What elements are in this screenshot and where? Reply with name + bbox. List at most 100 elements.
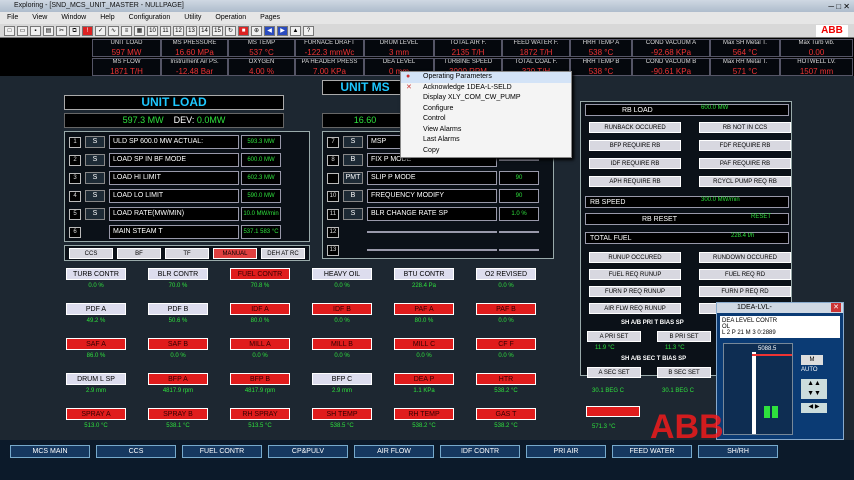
kpi-cell[interactable]: Max SH Metal T. 564 °C xyxy=(710,39,780,57)
kpi-cell[interactable]: UNIT LOAD 597 MW xyxy=(92,39,161,57)
runback-button[interactable]: FDF REQUIRE RB xyxy=(699,140,791,151)
runback-button[interactable]: BFP REQUIRE RB xyxy=(589,140,681,151)
runup-button[interactable]: FUEL REQ RUNUP xyxy=(589,269,681,280)
kpi-cell[interactable]: COND VACUUM B -90.61 KPa xyxy=(632,58,710,76)
runup-button[interactable]: FURN P REQ RUNUP xyxy=(589,286,681,297)
runup-button[interactable]: FUEL REQ RD xyxy=(699,269,791,280)
equipment-tile[interactable]: PAF A 80.0 % xyxy=(388,301,460,331)
equipment-tile[interactable]: SH TEMP 538.5 °C xyxy=(306,406,378,436)
context-menu-item[interactable]: Display XLY_COM_CW_PUMP xyxy=(401,93,571,104)
runback-button[interactable]: RCYCL PUMP REQ RB xyxy=(699,176,791,187)
equipment-tile[interactable]: DRUM L SP 2.9 mm xyxy=(60,371,132,401)
zoom-icon[interactable]: ⊕ xyxy=(251,25,262,36)
page-btn-13[interactable]: 13 xyxy=(186,25,197,36)
setpoint-button[interactable]: S xyxy=(85,154,105,166)
mode-button[interactable]: MANUAL xyxy=(213,248,257,259)
equipment-tile[interactable]: RH TEMP 538.2 °C xyxy=(388,406,460,436)
kpi-cell[interactable]: HOTWELL LV. 1507 mm xyxy=(780,58,853,76)
open-icon[interactable]: ▭ xyxy=(17,25,28,36)
setpoint-button[interactable]: S xyxy=(85,208,105,220)
kpi-cell[interactable]: Instrument Air PS. -12.48 Bar xyxy=(161,58,228,76)
equipment-tile[interactable]: MILL A 0.0 % xyxy=(224,336,296,366)
kpi-cell[interactable]: DRUM LEVEL 3 mm xyxy=(364,39,434,57)
runup-button[interactable]: RUNDOWN OCCURED xyxy=(699,252,791,263)
equipment-tile[interactable]: SAF A 86.0 % xyxy=(60,336,132,366)
equipment-tile[interactable]: BFP C 2.9 mm xyxy=(306,371,378,401)
b-sec-set-button[interactable]: B SEC SET xyxy=(657,367,711,378)
equipment-tile[interactable]: MILL C 0.0 % xyxy=(388,336,460,366)
equipment-tile[interactable]: SPRAY B 538.1 °C xyxy=(142,406,214,436)
equipment-tile[interactable]: MILL B 0.0 % xyxy=(306,336,378,366)
runback-button[interactable]: RUNBACK OCCURED xyxy=(589,122,681,133)
print-icon[interactable]: ▤ xyxy=(43,25,54,36)
forward-arrow-icon[interactable]: ▶ xyxy=(277,25,288,36)
setpoint-button[interactable]: S xyxy=(85,190,105,202)
context-menu-item[interactable]: View Alarms xyxy=(401,125,571,136)
setpoint-button[interactable]: PMT xyxy=(343,172,363,184)
kpi-cell[interactable]: HRH TEMP B 538 °C xyxy=(570,58,632,76)
trend-icon[interactable]: ∿ xyxy=(108,25,119,36)
nav-button[interactable]: FUEL CONTR xyxy=(182,445,262,458)
page-btn-10[interactable]: 10 xyxy=(147,25,158,36)
nav-button[interactable]: PRI AIR xyxy=(526,445,606,458)
mode-button[interactable]: BF xyxy=(117,248,161,259)
kpi-cell[interactable]: OXYGEN 4.00 % xyxy=(228,58,295,76)
context-menu-item[interactable]: ✕ Acknowledge 1DEA-L-SELD xyxy=(401,83,571,94)
equipment-tile[interactable]: SAF B 0.0 % xyxy=(142,336,214,366)
kpi-cell[interactable]: COND VACUUM A -92.68 KPa xyxy=(632,39,710,57)
context-menu-item[interactable]: Configure xyxy=(401,104,571,115)
cut-icon[interactable]: ✂ xyxy=(56,25,67,36)
equipment-tile[interactable]: IDF A 80.0 % xyxy=(224,301,296,331)
faceplate-titlebar[interactable]: 1DEA-LVL- ✕ xyxy=(717,303,843,313)
nav-button[interactable]: IDF CONTR xyxy=(440,445,520,458)
increase-decrease-icon[interactable]: ▲▲ ▼▼ xyxy=(801,379,827,399)
equipment-tile[interactable]: SPRAY A 513.0 °C xyxy=(60,406,132,436)
equipment-tile[interactable]: CF F 0.0 % xyxy=(470,336,542,366)
equipment-tile[interactable]: TURB CONTR 0.0 % xyxy=(60,266,132,296)
runup-button[interactable]: RUNUP OCCURED xyxy=(589,252,681,263)
context-menu-item[interactable]: Last Alarms xyxy=(401,135,571,146)
manual-button[interactable]: M xyxy=(801,355,823,365)
kpi-cell[interactable]: FURNACE DRAFT -122.3 mmWc xyxy=(295,39,364,57)
page-btn-14[interactable]: 14 xyxy=(199,25,210,36)
menu-file[interactable]: File xyxy=(0,12,25,24)
equipment-tile[interactable]: BLR CONTR 70.0 % xyxy=(142,266,214,296)
equipment-tile[interactable]: PDF A 49.2 % xyxy=(60,301,132,331)
menu-window[interactable]: Window xyxy=(54,12,93,24)
equipment-tile[interactable]: BTU CONTR 228.4 Pa xyxy=(388,266,460,296)
nav-button[interactable]: SH/RH xyxy=(698,445,778,458)
page-btn-11[interactable]: 11 xyxy=(160,25,171,36)
new-icon[interactable]: □ xyxy=(4,25,15,36)
ack-icon[interactable]: ✓ xyxy=(95,25,106,36)
equipment-tile[interactable]: HEAVY OIL 0.0 % xyxy=(306,266,378,296)
mode-button[interactable]: DEH AT RC xyxy=(261,248,305,259)
equipment-tile[interactable]: DEA P 1.1 KPa xyxy=(388,371,460,401)
kpi-cell[interactable]: MS TEMP 537 °C xyxy=(228,39,295,57)
nav-button[interactable]: MCS MAIN xyxy=(10,445,90,458)
equipment-tile[interactable]: RH SPRAY 513.5 °C xyxy=(224,406,296,436)
nav-button[interactable]: CP&PULV xyxy=(268,445,348,458)
menu-configuration[interactable]: Configuration xyxy=(122,12,178,24)
equipment-tile[interactable]: FUEL CONTR 70.8 % xyxy=(224,266,296,296)
b-pri-set-button[interactable]: B PRI SET xyxy=(657,331,711,342)
mode-button[interactable]: CCS xyxy=(69,248,113,259)
runback-button[interactable]: APH REQUIRE RB xyxy=(589,176,681,187)
kpi-cell[interactable]: TOTAL AIR F. 2135 T/H xyxy=(434,39,502,57)
equipment-tile[interactable]: BFP A 4817.9 rpm xyxy=(142,371,214,401)
list-icon[interactable]: ≡ xyxy=(121,25,132,36)
a-pri-set-button[interactable]: A PRI SET xyxy=(587,331,641,342)
stop-icon[interactable]: ■ xyxy=(238,25,249,36)
nav-button[interactable]: FEED WATER xyxy=(612,445,692,458)
kpi-cell[interactable]: Max RH Metal T. 571 °C xyxy=(710,58,780,76)
context-menu-item[interactable]: ● Operating Parameters xyxy=(401,72,571,83)
sh-temp-button[interactable] xyxy=(586,406,640,417)
setpoint-button[interactable]: S xyxy=(85,136,105,148)
save-icon[interactable]: ▪ xyxy=(30,25,41,36)
nav-button[interactable]: CCS xyxy=(96,445,176,458)
back-arrow-icon[interactable]: ◀ xyxy=(264,25,275,36)
equipment-tile[interactable]: BFP B 4817.9 rpm xyxy=(224,371,296,401)
menu-pages[interactable]: Pages xyxy=(253,12,287,24)
menu-operation[interactable]: Operation xyxy=(208,12,253,24)
setpoint-button[interactable]: S xyxy=(343,136,363,148)
a-sec-set-button[interactable]: A SEC SET xyxy=(587,367,641,378)
